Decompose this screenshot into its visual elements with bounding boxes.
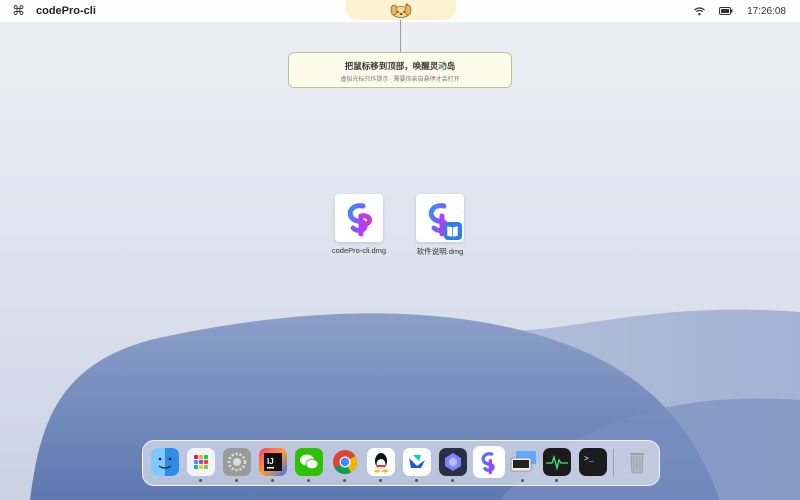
desktop-file-manual-dmg[interactable]: 软件说明.dmg [395, 194, 485, 257]
dock: IJ >_ [142, 440, 660, 486]
running-indicator [415, 479, 418, 482]
running-indicator [199, 479, 202, 482]
running-indicator [307, 479, 310, 482]
dock-system-settings-icon[interactable] [223, 448, 251, 476]
menubar-clock[interactable]: 17:26:08 [747, 6, 786, 17]
running-indicator [451, 479, 454, 482]
running-indicator [235, 479, 238, 482]
desktop-file-label: 软件说明.dmg [416, 247, 464, 256]
app-name[interactable]: codePro-cli [36, 5, 96, 17]
running-indicator [343, 479, 346, 482]
dock-chrome-icon[interactable] [331, 448, 359, 476]
running-indicator [379, 479, 382, 482]
dock-separator [613, 449, 614, 477]
codepro-logo-icon [335, 194, 383, 242]
dock-trash-icon[interactable] [623, 448, 651, 476]
status-area: 17:26:08 [694, 0, 786, 22]
codepro-logo-book-icon [416, 194, 464, 242]
dog-mascot-icon [390, 3, 412, 18]
tooltip-title: 把鼠标移到顶部，唤醒灵动岛 [344, 61, 456, 71]
island-connector-line [400, 20, 401, 52]
dock-terminal-icon[interactable]: >_ [579, 448, 607, 476]
dock-launchpad-icon[interactable] [187, 448, 215, 476]
desktop-file-label: codePro-cli.dmg [331, 246, 387, 255]
dock-finder-icon[interactable] [151, 448, 179, 476]
hint-tooltip: 把鼠标移到顶部，唤醒灵动岛 虚拟光标只作提示 · 需要你亲自悬停才会打开 [288, 52, 512, 88]
command-icon[interactable]: ⌘ [12, 3, 25, 19]
dock-feishu-icon[interactable] [403, 448, 431, 476]
svg-text:IJ: IJ [267, 457, 274, 466]
running-indicator [521, 479, 524, 482]
dock-qq-icon[interactable] [367, 448, 395, 476]
svg-text:>_: >_ [584, 455, 594, 464]
cursor-icon [439, 62, 447, 72]
dock-wechat-icon[interactable] [295, 448, 323, 476]
dock-codepro-icon[interactable] [473, 446, 505, 478]
dock-intellij-idea-icon[interactable]: IJ [259, 448, 287, 476]
battery-icon[interactable] [719, 7, 733, 15]
dock-activity-monitor-icon[interactable] [543, 448, 571, 476]
running-indicator [271, 479, 274, 482]
desktop-file-codepro-dmg[interactable]: codePro-cli.dmg [314, 194, 404, 255]
dock-ai-assistant-icon[interactable] [439, 448, 467, 476]
running-indicator [555, 479, 558, 482]
tooltip-subtitle: 虚拟光标只作提示 · 需要你亲自悬停才会打开 [340, 77, 460, 83]
dynamic-island[interactable] [346, 0, 456, 20]
wifi-icon[interactable] [694, 6, 705, 16]
dock-screen-mirroring-icon[interactable] [509, 448, 537, 476]
